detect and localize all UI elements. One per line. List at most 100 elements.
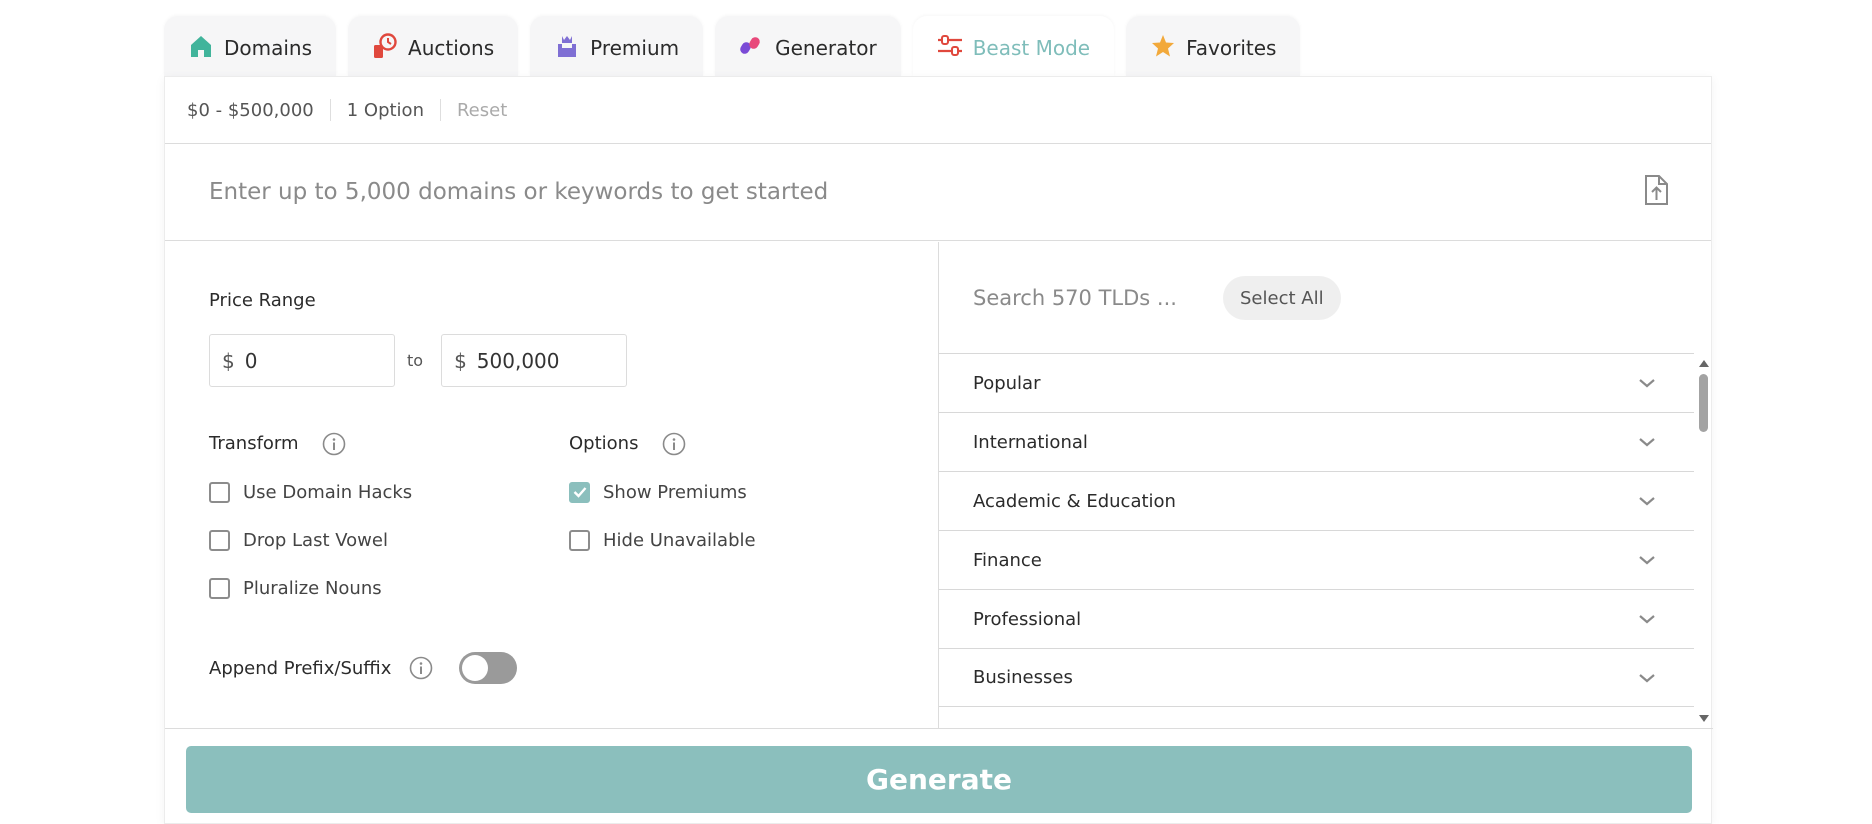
beast-mode-page: Domains Auctions Premium Generator Beast… xyxy=(0,0,1872,824)
price-max-value: 500,000 xyxy=(476,348,560,373)
search-mode-tabs: Domains Auctions Premium Generator Beast… xyxy=(164,16,1301,76)
category-label: Finance xyxy=(973,549,1042,571)
tld-category-international[interactable]: International xyxy=(939,412,1694,471)
auction-clock-icon xyxy=(372,33,398,59)
checkbox-label: Pluralize Nouns xyxy=(243,577,382,599)
tab-label: Premium xyxy=(590,36,680,60)
price-range-row: $ 0 to $ 500,000 xyxy=(209,334,628,387)
beast-mode-panel: $0 - $500,000 1 Option Reset Price Range… xyxy=(164,76,1713,824)
append-toggle[interactable] xyxy=(459,652,518,684)
transform-options: Use Domain Hacks Drop Last Vowel Plurali… xyxy=(209,468,412,612)
file-upload-icon[interactable] xyxy=(1643,175,1669,209)
generate-button[interactable]: Generate xyxy=(186,746,1692,813)
tld-category-academic-education[interactable]: Academic & Education xyxy=(939,471,1694,530)
tab-beast-mode[interactable]: Beast Mode xyxy=(912,16,1115,76)
tab-label: Auctions xyxy=(408,36,495,60)
shapes-icon xyxy=(739,33,765,59)
beast-mode-body: Price Range $ 0 to $ 500,000 Transform U… xyxy=(165,242,1713,728)
sliders-icon xyxy=(937,33,963,59)
scrollbar-thumb[interactable] xyxy=(1699,374,1708,432)
options-list: Show Premiums Hide Unavailable xyxy=(569,468,756,564)
divider xyxy=(329,99,331,121)
info-icon[interactable] xyxy=(409,656,433,680)
castle-crown-icon xyxy=(554,33,580,59)
select-all-button[interactable]: Select All xyxy=(1223,276,1341,320)
hide-unavailable-checkbox[interactable]: Hide Unavailable xyxy=(569,516,756,564)
category-label: International xyxy=(973,431,1088,453)
append-label: Append Prefix/Suffix xyxy=(209,657,392,679)
house-icon xyxy=(188,33,214,59)
checkmark-icon xyxy=(573,487,586,498)
chevron-down-icon xyxy=(1636,667,1658,689)
scroll-down-arrow-icon[interactable] xyxy=(1698,709,1710,728)
chevron-down-icon xyxy=(1636,608,1658,630)
tld-category-list: Popular International Academic & Educati… xyxy=(939,353,1694,707)
category-label: Popular xyxy=(973,372,1041,394)
chevron-down-icon xyxy=(1636,549,1658,571)
scroll-up-arrow-icon[interactable] xyxy=(1698,353,1710,372)
options-heading: Options xyxy=(569,432,756,456)
price-range-label: Price Range xyxy=(209,290,316,311)
show-premiums-checkbox[interactable]: Show Premiums xyxy=(569,468,756,516)
tld-column: Select All Popular International Academi… xyxy=(939,242,1713,728)
price-min-field[interactable]: $ 0 xyxy=(209,334,395,387)
options-label: Options xyxy=(569,433,639,454)
chevron-down-icon xyxy=(1636,490,1658,512)
category-label: Professional xyxy=(973,608,1082,630)
tab-domains[interactable]: Domains xyxy=(164,16,337,76)
append-prefix-suffix-row: Append Prefix/Suffix xyxy=(209,652,518,684)
chevron-down-icon xyxy=(1636,372,1658,394)
tld-search-row: Select All xyxy=(973,276,1341,320)
tld-category-finance[interactable]: Finance xyxy=(939,530,1694,589)
tld-category-popular[interactable]: Popular xyxy=(939,353,1694,412)
currency-symbol: $ xyxy=(454,348,467,373)
tab-generator[interactable]: Generator xyxy=(715,16,901,76)
transform-label: Transform xyxy=(209,433,299,454)
pluralize-nouns-checkbox[interactable]: Pluralize Nouns xyxy=(209,564,412,612)
info-icon[interactable] xyxy=(322,432,346,456)
chevron-down-icon xyxy=(1636,431,1658,453)
filters-column: Price Range $ 0 to $ 500,000 Transform U… xyxy=(165,242,939,728)
tab-favorites[interactable]: Favorites xyxy=(1126,16,1301,76)
options-group: Options Show Premiums Hide Unavailable xyxy=(569,432,756,564)
keyword-input[interactable] xyxy=(209,179,1109,205)
checkbox-label: Drop Last Vowel xyxy=(243,529,388,551)
drop-last-vowel-checkbox[interactable]: Drop Last Vowel xyxy=(209,516,412,564)
reset-link[interactable]: Reset xyxy=(457,100,507,121)
checkbox-label: Use Domain Hacks xyxy=(243,481,413,503)
transform-heading: Transform xyxy=(209,432,412,456)
tld-scrollbar[interactable] xyxy=(1694,353,1713,728)
checkbox-box-checked[interactable] xyxy=(569,481,590,503)
tab-premium[interactable]: Premium xyxy=(530,16,704,76)
info-icon[interactable] xyxy=(662,432,686,456)
tld-search-input[interactable] xyxy=(973,286,1223,310)
price-max-field[interactable]: $ 500,000 xyxy=(441,334,628,387)
price-to-label: to xyxy=(407,351,424,370)
tld-category-professional[interactable]: Professional xyxy=(939,589,1694,648)
divider xyxy=(439,99,441,121)
tab-label: Generator xyxy=(775,36,877,60)
checkbox-box[interactable] xyxy=(209,529,230,551)
transform-group: Transform Use Domain Hacks Drop Last Vow xyxy=(209,432,412,612)
tab-label: Beast Mode xyxy=(972,36,1091,60)
tab-label: Favorites xyxy=(1186,36,1277,60)
use-domain-hacks-checkbox[interactable]: Use Domain Hacks xyxy=(209,468,412,516)
category-label: Businesses xyxy=(973,667,1073,688)
star-icon xyxy=(1150,33,1176,59)
currency-symbol: $ xyxy=(222,348,235,373)
tab-auctions[interactable]: Auctions xyxy=(348,16,519,76)
tld-category-businesses[interactable]: Businesses xyxy=(939,648,1694,707)
keyword-entry xyxy=(165,144,1711,241)
checkbox-box[interactable] xyxy=(569,529,590,551)
generate-footer: Generate xyxy=(165,728,1713,824)
price-min-value: 0 xyxy=(244,348,258,373)
options-summary[interactable]: 1 Option xyxy=(347,100,424,121)
filter-summary: $0 - $500,000 1 Option Reset xyxy=(165,77,1711,144)
tab-label: Domains xyxy=(224,36,313,60)
toggle-knob xyxy=(462,655,489,681)
checkbox-label: Hide Unavailable xyxy=(603,529,756,551)
checkbox-box[interactable] xyxy=(209,577,230,599)
checkbox-box[interactable] xyxy=(209,481,230,503)
checkbox-label: Show Premiums xyxy=(603,481,747,503)
price-summary[interactable]: $0 - $500,000 xyxy=(187,100,314,121)
